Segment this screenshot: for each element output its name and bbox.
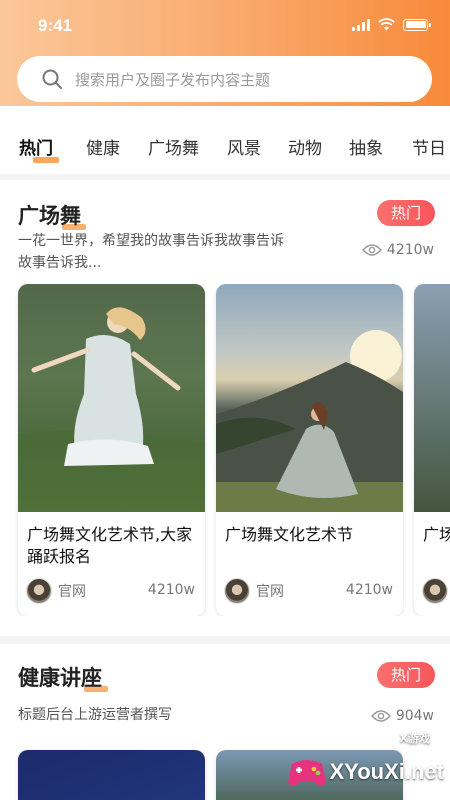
tab-square-dance[interactable]: 广场舞	[148, 134, 199, 159]
section-description: 一花一世界，希望我的故事告诉我故事告诉 故事告诉我...	[18, 233, 284, 271]
avatar	[26, 578, 52, 604]
post-image-dancer-sunset	[216, 284, 403, 512]
tab-health[interactable]: 健康	[86, 134, 120, 159]
post-author[interactable]: 官网	[26, 578, 86, 604]
tab-scenery[interactable]: 风景	[227, 134, 261, 159]
site-watermark: X游戏 XYouXi.net	[284, 732, 445, 792]
post-card[interactable]: 广场	[414, 284, 450, 616]
post-title[interactable]: 广场舞文化艺术节,大家踊跃报名	[27, 524, 199, 568]
post-card[interactable]	[18, 750, 205, 800]
hot-badge: 热门	[377, 662, 435, 688]
search-bar[interactable]: 搜索用户及圈子发布内容主题	[17, 56, 432, 102]
status-icons	[352, 18, 431, 31]
post-count: 4210w	[147, 582, 195, 598]
section-square-dance: 广场舞 热门 一花一世界，希望我的故事告诉我故事告诉 故事告诉我... 4210…	[0, 180, 450, 636]
category-tabs: 热门 健康 广场舞 风景 动物 抽象 节日	[0, 106, 450, 174]
avatar	[422, 578, 448, 604]
search-icon	[42, 69, 62, 89]
watermark-text: XYouXi.net	[329, 759, 445, 784]
section-description: 标题后台上游运营者撰写	[18, 707, 172, 723]
post-author[interactable]: 官网	[224, 578, 284, 604]
tab-hot[interactable]: 热门	[19, 134, 59, 163]
search-placeholder[interactable]: 搜索用户及圈子发布内容主题	[75, 69, 270, 90]
post-author[interactable]	[422, 578, 448, 604]
section-views: 4210w	[361, 242, 434, 258]
status-bar: 9:41	[0, 0, 450, 52]
post-title[interactable]: 广场舞文化艺术节	[225, 524, 397, 546]
section-title[interactable]: 广场舞	[18, 200, 86, 230]
avatar	[224, 578, 250, 604]
section-title[interactable]: 健康讲座	[18, 662, 108, 692]
tab-festival[interactable]: 节日	[412, 134, 446, 159]
post-count: 4210w	[345, 582, 393, 598]
wifi-icon	[378, 18, 395, 31]
tab-animals[interactable]: 动物	[288, 134, 322, 159]
post-image	[414, 284, 450, 512]
section-views: 904w	[370, 708, 434, 724]
post-card[interactable]: 广场舞文化艺术节 官网 4210w	[216, 284, 403, 616]
tab-abstract[interactable]: 抽象	[349, 134, 383, 159]
hot-badge: 热门	[377, 200, 435, 226]
status-time: 9:41	[38, 16, 73, 35]
gamepad-logo-icon	[287, 760, 326, 786]
battery-icon	[403, 18, 431, 31]
eye-icon	[361, 244, 382, 256]
card-carousel[interactable]: 广场舞文化艺术节,大家踊跃报名 官网 4210w 广场舞文化艺术节 官网 421…	[0, 284, 450, 616]
post-image-dancer-field	[18, 284, 205, 512]
cellular-signal-icon	[352, 18, 370, 31]
post-card[interactable]: 广场舞文化艺术节,大家踊跃报名 官网 4210w	[18, 284, 205, 616]
post-title[interactable]: 广场	[423, 524, 450, 546]
eye-icon	[370, 710, 391, 722]
header-bar: 9:41 搜索用户及圈子发布内容主题	[0, 0, 450, 106]
watermark-small-text: X游戏	[399, 732, 430, 745]
